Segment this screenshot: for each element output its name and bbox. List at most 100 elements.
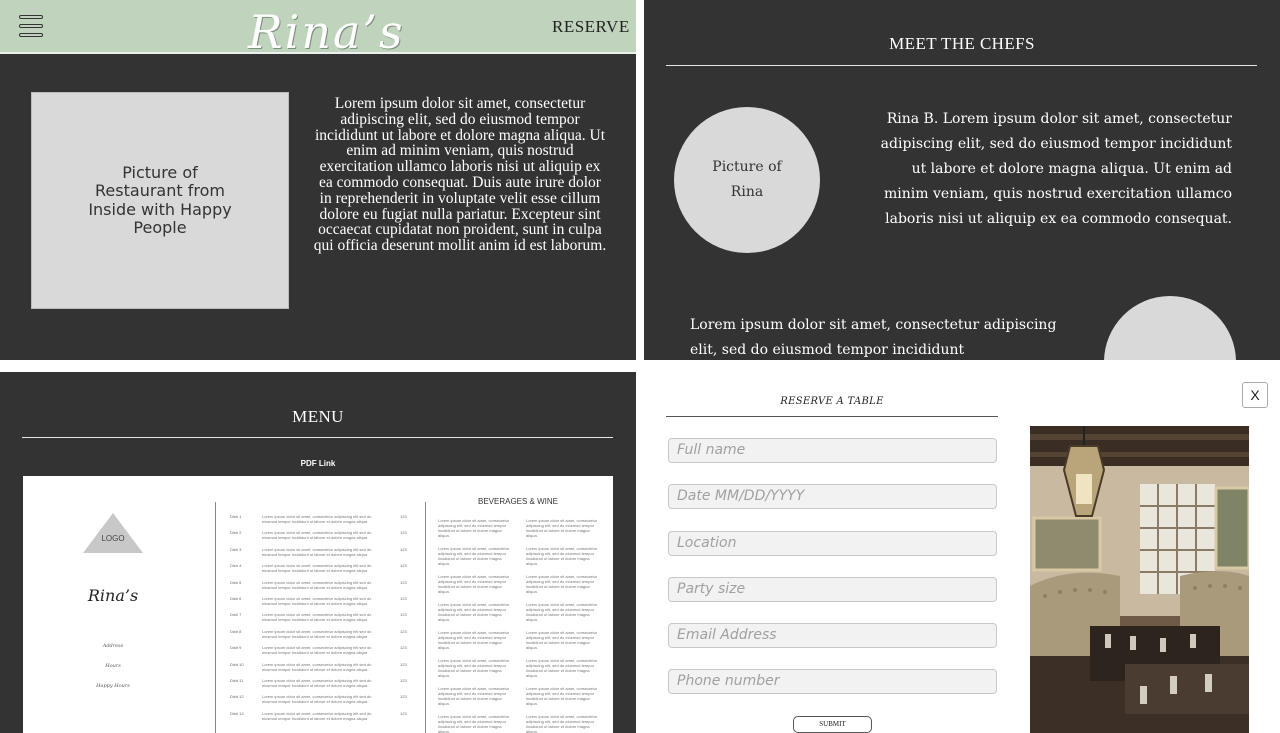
menu-dish-row: Dish 12 Lorem ipsum dolor sit amet, conse… [230,694,410,708]
dish-name: Dish 4 [230,563,242,569]
chefs-title-divider [666,65,1257,66]
menu-address: Address [102,643,124,649]
reserve-panel: X RESERVE A TABLE Full name Date MM/DD/Y… [644,372,1280,733]
dish-description: Lorem ipsum dolor sit amet, consectetur … [262,628,372,639]
menu-hours: Hours [105,663,121,669]
dish-description: Lorem ipsum dolor sit amet, consectetur … [262,596,372,606]
dish-name: Dish 8 [230,628,242,634]
chef-photo-placeholder: Picture of Rina [674,107,820,253]
dish-price: 123 [400,661,407,667]
dish-name: Dish 1 [230,514,242,519]
beverages-title: BEVERAGES & WINE [477,497,559,506]
pdf-link[interactable]: PDF Link [0,459,636,468]
party-size-field[interactable]: Party size [668,577,997,602]
menu-dish-row: Dish 13 Lorem ipsum dolor sit amet, conse… [230,711,410,725]
submit-button[interactable]: SUBMIT [793,716,872,733]
dish-price: 123 [400,596,407,601]
brand-logo: Rina’s [248,5,405,59]
dish-price: 123 [400,546,407,552]
beverage-item: Lorem ipsum dolor sit amet, consectetur … [526,574,598,594]
dish-description: Lorem ipsum dolor sit amet, consectetur … [262,579,372,590]
dish-description: Lorem ipsum dolor sit amet, consectetur … [262,694,372,705]
dish-price: 123 [400,628,407,634]
dish-price: 123 [400,530,407,536]
chef-bio: Rina B. Lorem ipsum dolor sit amet, cons… [880,111,1232,227]
dish-price: 123 [400,514,407,519]
beverage-item: Lorem ipsum dolor sit amet, consectetur … [438,630,510,650]
beverage-item: Lorem ipsum dolor sit amet, consectetur … [438,546,510,566]
reserve-title: RESERVE A TABLE [780,396,884,407]
menu-column-divider [425,502,426,733]
dish-description: Lorem ipsum dolor sit amet, consectetur … [262,546,372,557]
restaurant-photo-placeholder: Picture of Restaurant from Inside with H… [31,92,289,309]
location-field[interactable]: Location [668,531,997,556]
dish-description: Lorem ipsum dolor sit amet, consectetur … [262,710,372,721]
chef-bio-second: Lorem ipsum dolor sit amet, consectetur … [690,317,1057,358]
menu-dish-row: Dish 10 Lorem ipsum dolor sit amet, conse… [230,662,410,676]
beverage-item: Lorem ipsum dolor sit amet, consectetur … [526,630,598,650]
date-field[interactable]: Date MM/DD/YYYY [668,484,997,509]
menu-dish-row: Dish 8 Lorem ipsum dolor sit amet, consec… [230,629,410,643]
dish-description: Lorem ipsum dolor sit amet, consectetur … [262,612,372,623]
dish-description: Lorem ipsum dolor sit amet, consectetur … [262,514,372,524]
beverage-item: Lorem ipsum dolor sit amet, consectetur … [438,714,510,733]
site-header: Rina’s RESERVE [0,0,636,59]
dish-name: Dish 3 [230,546,242,552]
menu-logo-label: LOGO [101,534,125,543]
menu-dish-row: Dish 11 Lorem ipsum dolor sit amet, conse… [230,678,410,692]
beverage-item: Lorem ipsum dolor sit amet, consectetur … [526,602,598,622]
menu-dish-row: Dish 2 Lorem ipsum dolor sit amet, consec… [230,530,410,544]
dish-description: Lorem ipsum dolor sit amet, consectetur … [262,530,372,541]
menu-brand: Rina’s [87,586,139,605]
email-field[interactable]: Email Address [668,623,997,648]
dish-price: 123 [400,645,407,651]
dish-name: Dish 5 [230,579,242,585]
restaurant-interior-photo [1030,426,1249,733]
dish-description: Lorem ipsum dolor sit amet, consectetur … [262,661,372,672]
hamburger-menu-icon[interactable] [19,13,44,39]
menu-title-divider [22,437,613,438]
menu-dish-row: Dish 7 Lorem ipsum dolor sit amet, consec… [230,612,410,626]
beverage-item: Lorem ipsum dolor sit amet, consectetur … [438,602,510,622]
dish-price: 123 [400,612,407,618]
beverage-item: Lorem ipsum dolor sit amet, consectetur … [526,686,598,706]
dish-price: 123 [400,678,407,683]
beverage-item: Lorem ipsum dolor sit amet, consectetur … [526,546,598,566]
dish-name: Dish 6 [230,596,242,601]
intro-paragraph: Lorem ipsum dolor sit amet, consectetur … [313,95,607,255]
dish-name: Dish 11 [230,678,244,683]
beverage-item: Lorem ipsum dolor sit amet, consectetur … [438,658,510,678]
close-button[interactable]: X [1242,382,1268,408]
dish-price: 123 [400,710,407,716]
menu-dish-row: Dish 9 Lorem ipsum dolor sit amet, consec… [230,645,410,659]
dish-description: Lorem ipsum dolor sit amet, consectetur … [262,563,372,574]
dish-description: Lorem ipsum dolor sit amet, consectetur … [262,678,372,688]
beverage-item: Lorem ipsum dolor sit amet, consectetur … [526,714,598,733]
menu-dish-row: Dish 4 Lorem ipsum dolor sit amet, consec… [230,563,410,577]
dish-price: 123 [400,579,407,585]
menu-column-divider [215,502,216,733]
beverage-item: Lorem ipsum dolor sit amet, consectetur … [438,686,510,706]
dish-name: Dish 9 [230,645,242,651]
reserve-link[interactable]: RESERVE [552,17,630,37]
beverage-item: Lorem ipsum dolor sit amet, consectetur … [526,518,598,538]
home-panel: Rina’s RESERVE Picture of Restaurant fro… [0,0,636,360]
menu-dish-row: Dish 6 Lorem ipsum dolor sit amet, consec… [230,596,410,610]
chefs-panel: MEET THE CHEFS Picture of Rina Rina B. L… [644,0,1280,360]
phone-field[interactable]: Phone number [668,669,997,694]
menu-panel: MENU PDF Link LOGO Rina’s Address Hours … [0,372,636,733]
dish-price: 123 [400,563,407,569]
menu-document: LOGO Rina’s Address Hours Happy Hours Di… [23,476,613,733]
dish-name: Dish 10 [230,661,244,667]
menu-happy-hours: Happy Hours [96,683,130,689]
dish-name: Dish 7 [230,612,242,618]
beverage-item: Lorem ipsum dolor sit amet, consectetur … [526,658,598,678]
dish-name: Dish 13 [230,710,244,716]
chef-photo-placeholder-second [1104,296,1236,360]
dish-name: Dish 2 [230,530,242,536]
dish-description: Lorem ipsum dolor sit amet, consectetur … [262,645,372,656]
dish-name: Dish 12 [230,694,244,700]
beverage-item: Lorem ipsum dolor sit amet, consectetur … [438,518,510,538]
photo-placeholder-text: Picture of Restaurant from Inside with H… [88,162,232,237]
full-name-field[interactable]: Full name [668,438,997,463]
